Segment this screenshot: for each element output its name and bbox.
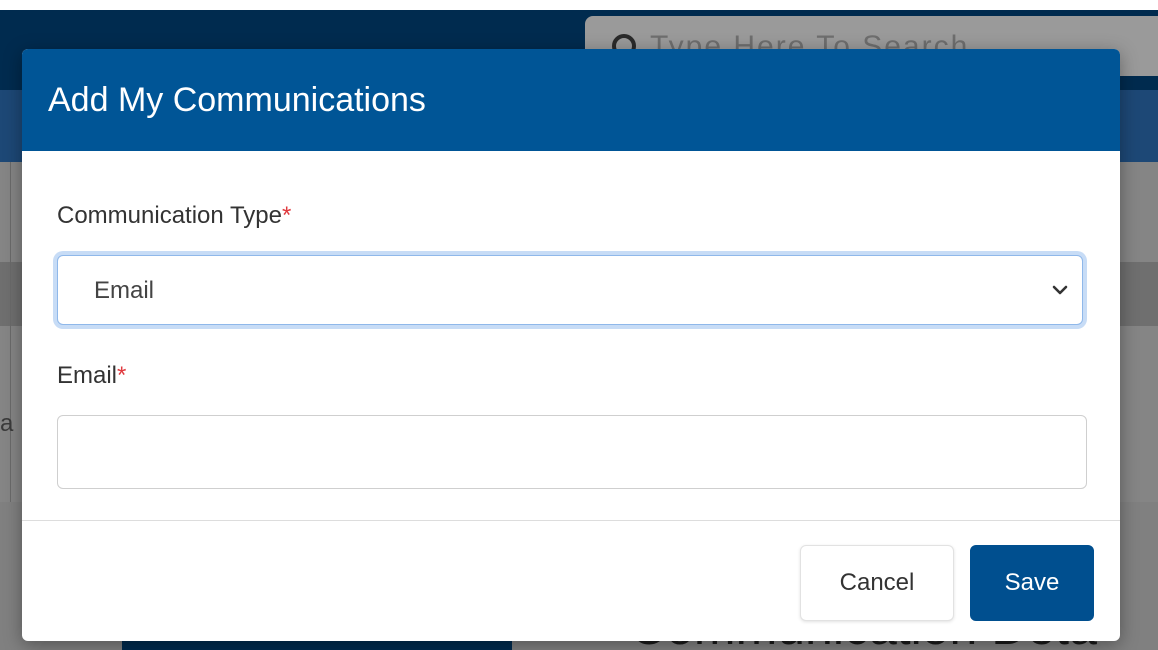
modal-footer-divider: [22, 520, 1120, 521]
save-button[interactable]: Save: [970, 545, 1094, 621]
cancel-button[interactable]: Cancel: [800, 545, 954, 621]
chevron-down-icon: [1052, 285, 1068, 295]
top-strip: [0, 0, 1158, 10]
modal-header: Add My Communications: [22, 49, 1120, 151]
email-label: Email*: [57, 362, 126, 390]
modal-body: Communication Type* Email Email*: [22, 151, 1120, 520]
communication-type-select[interactable]: Email: [57, 255, 1083, 325]
add-communications-modal: Add My Communications Communication Type…: [22, 49, 1120, 641]
background-button: [122, 640, 512, 650]
email-label-text: Email: [57, 362, 118, 389]
modal-title: Add My Communications: [48, 81, 426, 119]
email-field[interactable]: [57, 415, 1087, 489]
communication-type-selected-value: Email: [94, 277, 155, 304]
communication-type-label-text: Communication Type: [57, 202, 282, 229]
required-marker: *: [282, 202, 292, 229]
background-text-fragment: a: [0, 410, 14, 437]
divider: [10, 162, 11, 502]
required-marker: *: [117, 362, 127, 389]
communication-type-label: Communication Type*: [57, 202, 291, 230]
